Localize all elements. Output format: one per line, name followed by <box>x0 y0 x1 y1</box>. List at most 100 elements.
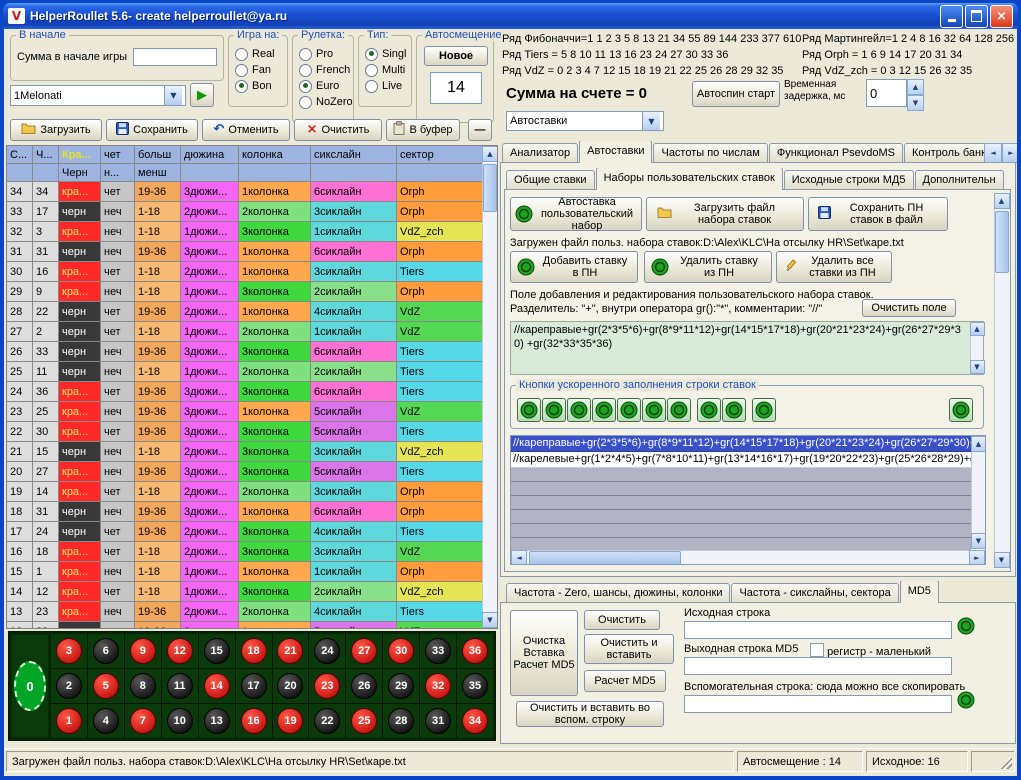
table-row[interactable]: 2436кра...чет19-363дюжи...3колонка6сикла… <box>7 382 482 402</box>
board-zero-cell[interactable]: 0 <box>11 634 49 738</box>
delay-spinner[interactable]: 0 ▲ ▼ <box>866 79 924 107</box>
close-button[interactable]: × <box>990 5 1013 28</box>
table-row[interactable]: 3016кра...чет1-182дюжи...1колонка3сиклай… <box>7 262 482 282</box>
tab-sub-1[interactable]: Наборы пользовательских ставок <box>596 168 783 190</box>
md5-register-option[interactable]: регистр - маленький <box>810 643 931 658</box>
number-chip[interactable]: 22 <box>314 708 340 734</box>
board-cell-15[interactable]: 15 <box>199 634 235 668</box>
number-chip[interactable]: 1 <box>56 708 82 734</box>
board-cell-30[interactable]: 30 <box>383 634 419 668</box>
board-cell-12[interactable]: 12 <box>162 634 198 668</box>
column-header[interactable]: больш <box>135 146 181 164</box>
number-chip[interactable]: 6 <box>93 638 119 664</box>
md5-source-input[interactable] <box>684 621 952 639</box>
board-cell-23[interactable]: 23 <box>309 669 345 703</box>
play-button[interactable]: ▶ <box>190 83 214 107</box>
scroll-up-icon[interactable]: ▲ <box>482 146 498 162</box>
number-chip[interactable]: 26 <box>351 673 377 699</box>
table-row[interactable]: 1831черннеч19-363дюжи...1колонка6сиклайн… <box>7 502 482 522</box>
md5-clear-button[interactable]: Очистить <box>584 610 660 630</box>
radio-bon[interactable]: Bon <box>235 78 285 94</box>
table-row[interactable]: 1412кра...чет1-181дюжи...3колонка2сиклай… <box>7 582 482 602</box>
md5-clear-paste-button[interactable]: Очистить и вставить <box>584 634 674 664</box>
list-item[interactable]: //карелевые+gr(1*2*4*5)+gr(7*8*10*11)+gr… <box>511 452 971 468</box>
panel-vertical-scrollbar[interactable]: ▲ ▼ <box>994 193 1008 568</box>
title-bar[interactable]: V HelperRoullet 5.6- create helperroulle… <box>3 3 1018 29</box>
number-chip[interactable]: 34 <box>462 708 488 734</box>
tab-bottom-2[interactable]: MD5 <box>900 581 939 603</box>
number-chip[interactable]: 33 <box>425 638 451 664</box>
scroll-left-icon[interactable]: ◄ <box>511 550 527 566</box>
save-set-file-button[interactable]: Сохранить ПН ставок в файл <box>808 197 948 231</box>
bet-chip-7[interactable] <box>667 398 691 422</box>
radio-live[interactable]: Live <box>365 78 409 94</box>
scroll-down-icon[interactable]: ▼ <box>971 533 987 549</box>
table-row[interactable]: 1228чернчет19-363дюжи...1колонка5сиклайн… <box>7 622 482 628</box>
list-scroll-thumb[interactable] <box>529 551 681 565</box>
bet-chip-8[interactable] <box>697 398 721 422</box>
board-cell-36[interactable]: 36 <box>457 634 493 668</box>
list-horizontal-scrollbar[interactable]: ◄ ► <box>511 550 985 564</box>
number-chip[interactable]: 10 <box>167 708 193 734</box>
сохранить-button[interactable]: Сохранить <box>106 119 198 141</box>
board-cell-20[interactable]: 20 <box>273 669 309 703</box>
tabs-scroll-right-icon[interactable]: ► <box>1002 143 1017 163</box>
tab-sub-2[interactable]: Исходные строки МД5 <box>784 170 914 190</box>
autobets-combobox[interactable]: Автоставки ▼ <box>506 111 664 131</box>
board-cell-19[interactable]: 19 <box>273 704 309 738</box>
scroll-up-icon[interactable]: ▲ <box>971 436 987 452</box>
md5-big-button[interactable]: Очистка Вставка Расчет MD5 <box>510 610 578 696</box>
autospin-start-button[interactable]: Автоспин старт <box>692 81 780 107</box>
bet-chip-10[interactable] <box>752 398 776 422</box>
radio-real[interactable]: Real <box>235 46 285 62</box>
table-row[interactable]: 3317черннеч1-182дюжи...2колонка3сиклайнO… <box>7 202 482 222</box>
board-cell-21[interactable]: 21 <box>273 634 309 668</box>
number-chip[interactable]: 29 <box>388 673 414 699</box>
table-row[interactable]: 323кра...неч1-181дюжи...3колонка1сиклайн… <box>7 222 482 242</box>
table-row[interactable]: 2822чернчет19-362дюжи...1колонка4сиклайн… <box>7 302 482 322</box>
number-chip[interactable]: 21 <box>277 638 303 664</box>
column-header[interactable]: С... <box>7 146 33 164</box>
number-chip[interactable]: 12 <box>167 638 193 664</box>
zero-chip[interactable]: 0 <box>14 661 46 711</box>
board-cell-1[interactable]: 1 <box>51 704 87 738</box>
preset-combobox[interactable]: 1Melonati ▼ <box>10 85 186 106</box>
add-bet-button[interactable]: Добавить ставку в ПН <box>510 251 638 283</box>
number-chip[interactable]: 27 <box>351 638 377 664</box>
autobet-custom-set-button[interactable]: Автоставка пользовательский набор <box>510 197 642 231</box>
number-chip[interactable]: 16 <box>241 708 267 734</box>
number-chip[interactable]: 25 <box>351 708 377 734</box>
bet-edit-textarea[interactable]: //кареправые+gr(2*3*5*6)+gr(8*9*11*12)+g… <box>510 321 984 375</box>
number-chip[interactable]: 32 <box>425 673 451 699</box>
number-chip[interactable]: 15 <box>204 638 230 664</box>
scroll-down-icon[interactable]: ▼ <box>482 612 498 628</box>
table-scroll-thumb[interactable] <box>483 164 497 212</box>
column-header[interactable] <box>239 164 311 182</box>
board-cell-16[interactable]: 16 <box>236 704 272 738</box>
table-row[interactable]: 151кра...неч1-181дюжи...1колонка1сиклайн… <box>7 562 482 582</box>
tab-sub-3[interactable]: Дополнительн <box>915 170 1004 190</box>
table-row[interactable]: 1618кра...чет1-182дюжи...3колонка3сиклай… <box>7 542 482 562</box>
tabs-scroll-left-icon[interactable]: ◄ <box>984 143 1002 163</box>
table-row[interactable]: 2325кра...неч19-363дюжи...1колонка5сикла… <box>7 402 482 422</box>
checkbox-icon[interactable] <box>810 643 824 657</box>
board-cell-2[interactable]: 2 <box>51 669 87 703</box>
bet-sets-list[interactable]: //кареправые+gr(2*3*5*6)+gr(8*9*11*12)+g… <box>510 435 986 565</box>
number-chip[interactable]: 30 <box>388 638 414 664</box>
column-header[interactable] <box>311 164 397 182</box>
scroll-up-icon[interactable]: ▲ <box>994 193 1010 209</box>
tab-main-3[interactable]: Функционал PsevdoMS <box>769 143 903 163</box>
board-cell-18[interactable]: 18 <box>236 634 272 668</box>
table-row[interactable]: 272чернчет1-181дюжи...2колонка1сиклайнVd… <box>7 322 482 342</box>
number-chip[interactable]: 24 <box>314 638 340 664</box>
board-cell-31[interactable]: 31 <box>420 704 456 738</box>
board-cell-29[interactable]: 29 <box>383 669 419 703</box>
board-cell-22[interactable]: 22 <box>309 704 345 738</box>
bet-chip-apply[interactable] <box>949 398 973 422</box>
number-chip[interactable]: 18 <box>241 638 267 664</box>
board-cell-11[interactable]: 11 <box>162 669 198 703</box>
board-cell-26[interactable]: 26 <box>346 669 382 703</box>
board-cell-25[interactable]: 25 <box>346 704 382 738</box>
md5-clear-paste-helper-button[interactable]: Очистить и вставить во вспом. строку <box>516 701 664 727</box>
board-cell-13[interactable]: 13 <box>199 704 235 738</box>
